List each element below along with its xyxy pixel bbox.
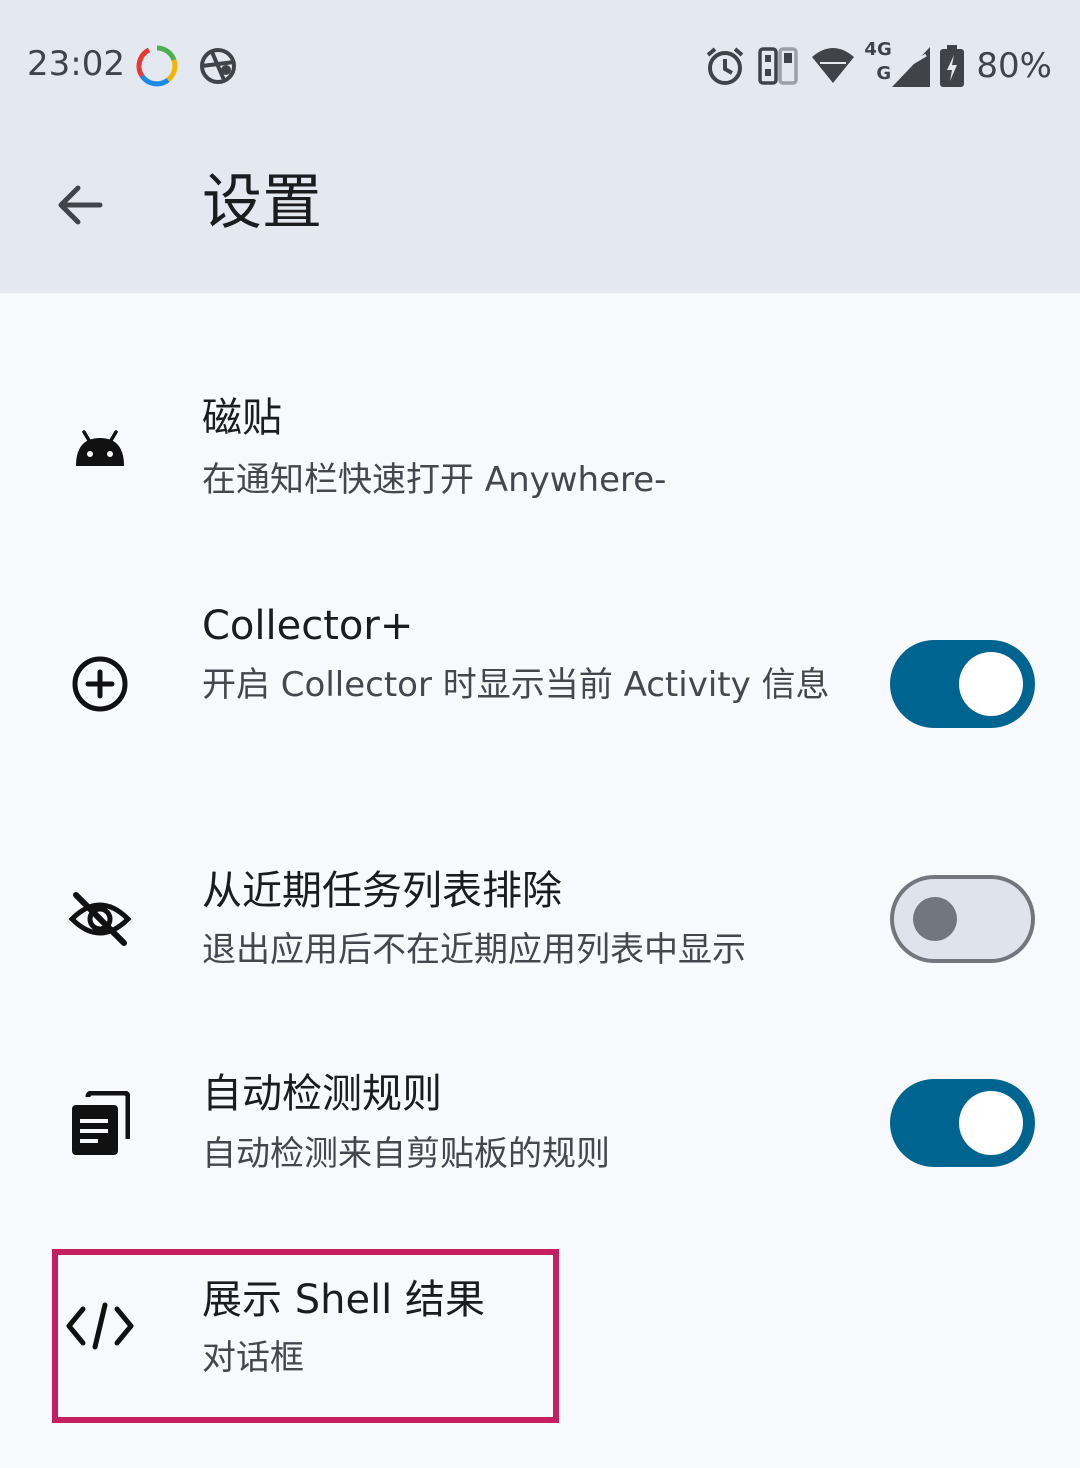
pref-tiles[interactable]: 磁贴 在通知栏快速打开 Anywhere- <box>0 360 1080 540</box>
android-icon <box>62 412 138 488</box>
cellular-4g-icon: 4G G <box>864 39 931 89</box>
add-circle-icon <box>62 646 138 722</box>
highlight-box <box>52 1249 559 1423</box>
sync-ring-icon <box>136 45 178 87</box>
scrolled-off-text: •••• <box>280 280 360 294</box>
network-sub-label: G <box>876 63 892 84</box>
arrow-back-icon <box>58 185 103 225</box>
status-icons: 4G G 80% <box>702 39 1052 92</box>
pref-exclude-recents[interactable]: 从近期任务列表排除 退出应用后不在近期应用列表中显示 <box>0 835 1080 1005</box>
pref-title: 磁贴 <box>202 395 282 441</box>
network-type-label: 4G <box>864 39 892 60</box>
back-button[interactable] <box>44 170 114 240</box>
pref-summary: 在通知栏快速打开 Anywhere- <box>202 460 667 500</box>
status-time: 23:02 <box>27 44 125 84</box>
pref-collector-plus[interactable]: Collector+ 开启 Collector 时显示当前 Activity 信… <box>0 570 1080 790</box>
eye-off-icon <box>62 881 138 957</box>
collector-plus-switch[interactable] <box>890 640 1035 728</box>
sim-cards-icon <box>758 47 799 85</box>
pref-title: Collector+ <box>202 603 414 649</box>
top-app-area: 23:02 4G G 80% 设置 <box>0 0 1080 293</box>
switch-knob <box>913 897 957 941</box>
auto-detect-rules-switch[interactable] <box>890 1079 1035 1167</box>
vpn-globe-icon <box>200 48 236 84</box>
wifi-icon <box>812 48 855 83</box>
battery-percent: 80% <box>976 46 1052 86</box>
pref-title: 自动检测规则 <box>202 1071 442 1117</box>
clipboard-copy-icon <box>62 1086 138 1162</box>
page-title: 设置 <box>202 168 322 238</box>
exclude-recents-switch[interactable] <box>890 875 1035 963</box>
switch-knob <box>959 1091 1023 1155</box>
pref-title: 从近期任务列表排除 <box>202 868 562 914</box>
battery-charging-icon <box>940 45 965 87</box>
pref-summary: 退出应用后不在近期应用列表中显示 <box>202 930 746 970</box>
pref-auto-detect-rules[interactable]: 自动检测规则 自动检测来自剪贴板的规则 <box>0 1040 1080 1210</box>
pref-summary: 自动检测来自剪贴板的规则 <box>202 1134 610 1174</box>
alarm-icon <box>707 47 744 85</box>
switch-knob <box>959 652 1023 716</box>
pref-summary: 开启 Collector 时显示当前 Activity 信息 <box>202 665 830 705</box>
